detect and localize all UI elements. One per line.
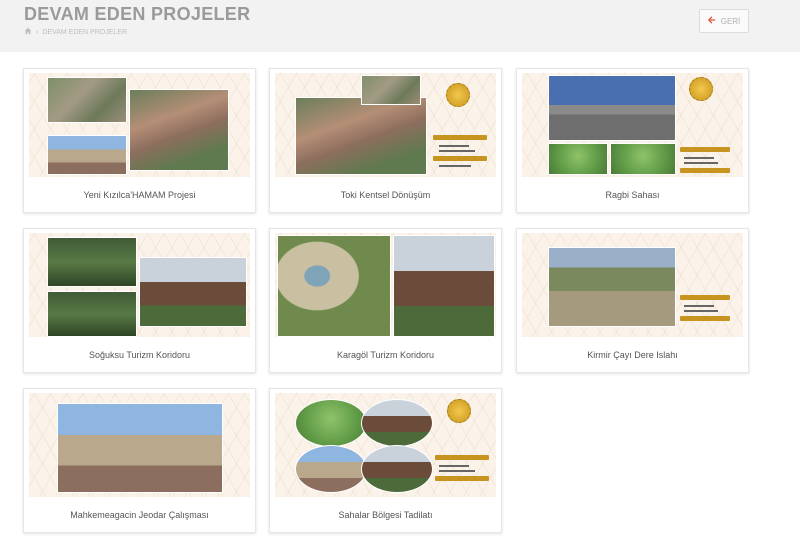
award-seal-icon [689, 77, 713, 101]
photo [47, 291, 137, 337]
photo [57, 403, 223, 493]
project-thumbnail [29, 73, 250, 177]
photo [610, 143, 676, 175]
project-title: Mahkemeagacin Jeodar Çalışması [70, 510, 209, 520]
info-line [439, 145, 469, 147]
arrow-left-icon [707, 16, 716, 26]
project-grid: Yeni Kızılca'HAMAM Projesi Toki Kentsel … [0, 52, 800, 550]
info-bar [435, 476, 489, 481]
project-thumbnail [275, 393, 496, 497]
back-button-label: GERİ [720, 16, 741, 26]
info-bar [435, 455, 489, 460]
photo [129, 89, 229, 171]
project-card[interactable]: Mahkemeagacin Jeodar Çalışması [23, 388, 256, 533]
photo [47, 237, 137, 287]
info-line [684, 305, 714, 307]
award-seal-icon [446, 83, 470, 107]
info-line [439, 165, 471, 167]
photo [548, 247, 676, 327]
project-title: Toki Kentsel Dönüşüm [340, 190, 431, 200]
project-title: Kirmir Çayı Dere Islahı [587, 350, 678, 360]
chevron-right-icon: › [36, 28, 39, 36]
project-card[interactable]: Sahalar Bölgesi Tadilatı [269, 388, 502, 533]
photo [393, 235, 495, 337]
project-card[interactable]: Toki Kentsel Dönüşüm [269, 68, 502, 213]
project-thumbnail [29, 233, 250, 337]
project-thumbnail [275, 73, 496, 177]
project-thumbnail [29, 393, 250, 497]
info-line [684, 310, 718, 312]
photo [295, 399, 367, 447]
project-title: Ragbi Sahası [605, 190, 660, 200]
info-bar [680, 295, 730, 300]
project-card[interactable]: Karagöl Turizm Koridoru [269, 228, 502, 373]
page-header: DEVAM EDEN PROJELER › DEVAM EDEN PROJELE… [0, 0, 800, 52]
project-thumbnail [522, 233, 743, 337]
photo [47, 77, 127, 123]
home-icon[interactable] [24, 27, 32, 37]
info-bar [433, 156, 487, 161]
project-card[interactable]: Kirmir Çayı Dere Islahı [516, 228, 749, 373]
info-line [439, 470, 475, 472]
info-bar [680, 316, 730, 321]
info-line [439, 465, 469, 467]
photo [295, 445, 367, 493]
info-bar [680, 168, 730, 173]
photo [277, 235, 391, 337]
info-line [439, 150, 475, 152]
breadcrumb: › DEVAM EDEN PROJELER [24, 27, 127, 37]
photo [361, 399, 433, 447]
page-title: DEVAM EDEN PROJELER [24, 4, 251, 24]
project-thumbnail [275, 233, 496, 337]
breadcrumb-current: DEVAM EDEN PROJELER [42, 28, 128, 36]
info-bar [433, 135, 487, 140]
photo [361, 75, 421, 105]
info-bar [680, 147, 730, 152]
photo [47, 135, 127, 175]
project-card[interactable]: Soğuksu Turizm Koridoru [23, 228, 256, 373]
photo [548, 143, 608, 175]
photo [548, 75, 676, 141]
project-thumbnail [522, 73, 743, 177]
photo [295, 97, 427, 175]
project-title: Sahalar Bölgesi Tadilatı [338, 510, 433, 520]
project-title: Soğuksu Turizm Koridoru [88, 350, 191, 360]
photo [139, 257, 247, 327]
award-seal-icon [447, 399, 471, 423]
project-title: Karagöl Turizm Koridoru [336, 350, 435, 360]
info-line [684, 157, 714, 159]
project-card[interactable]: Yeni Kızılca'HAMAM Projesi [23, 68, 256, 213]
back-button[interactable]: GERİ [699, 9, 749, 33]
photo [361, 445, 433, 493]
info-line [684, 162, 718, 164]
project-card[interactable]: Ragbi Sahası [516, 68, 749, 213]
project-title: Yeni Kızılca'HAMAM Projesi [83, 190, 196, 200]
